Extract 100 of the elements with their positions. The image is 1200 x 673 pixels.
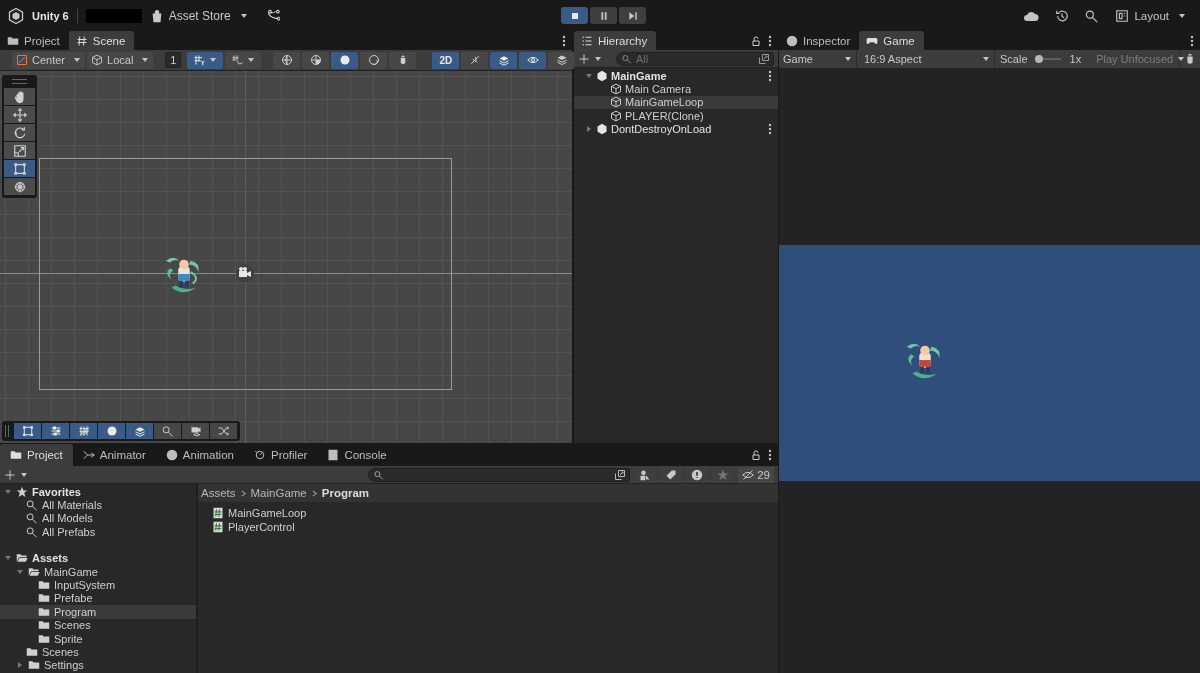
expand-arrow-icon[interactable] [585, 125, 593, 134]
project-tree-item[interactable]: Favorites [0, 485, 196, 499]
scale-tool-button[interactable] [4, 142, 35, 159]
rect-overlay-button[interactable] [14, 423, 41, 439]
shuffle-overlay-button[interactable] [210, 423, 237, 439]
hierarchy-item[interactable]: DontDestroyOnLoad [574, 122, 778, 136]
add-button[interactable] [578, 52, 602, 65]
pause-button[interactable] [590, 7, 617, 24]
hierarchy-item[interactable]: MainGameLoop [574, 95, 778, 110]
project-tree-item[interactable]: Sprite [0, 631, 196, 646]
asset-store-button[interactable]: Asset Store [149, 8, 248, 23]
move-tool-button[interactable] [4, 106, 35, 123]
eye-button[interactable] [519, 51, 547, 69]
project-tree-item[interactable]: All Materials [0, 498, 196, 512]
project-tree-item[interactable]: Program [0, 605, 196, 619]
caret-icon [73, 56, 82, 64]
stop-button[interactable] [561, 7, 588, 24]
open-folder-icon [16, 552, 28, 565]
grid-size-field[interactable]: 1 [165, 52, 182, 68]
rotate-tool-button[interactable] [4, 124, 35, 141]
more-icon[interactable] [768, 449, 772, 461]
more-icon[interactable] [562, 34, 566, 47]
sliders-overlay-button[interactable] [42, 423, 69, 439]
space-dropdown[interactable]: Local [87, 51, 154, 69]
caret-icon [209, 56, 218, 64]
expand-arrow-icon[interactable] [585, 71, 593, 80]
more-icon[interactable] [768, 69, 772, 82]
panel-tab[interactable]: Animator [72, 444, 156, 466]
script-file-item[interactable]: PlayerControl [198, 520, 778, 534]
light-off-button[interactable] [461, 51, 489, 69]
cube-outline-icon [91, 54, 104, 66]
panel-tab[interactable]: Project [0, 444, 73, 466]
more-icon[interactable] [1190, 34, 1194, 47]
history-icon[interactable] [1055, 8, 1070, 23]
layers-overlay-button[interactable] [126, 423, 153, 439]
more-icon[interactable] [768, 123, 772, 136]
stack-button[interactable] [548, 51, 576, 69]
expand-arrow-icon[interactable] [4, 487, 12, 496]
breadcrumb-item[interactable]: Program [321, 487, 370, 499]
add-button[interactable] [4, 468, 28, 481]
drag-handle[interactable] [12, 79, 27, 84]
breadcrumb-item[interactable]: MainGame [250, 487, 307, 499]
bug-button[interactable] [389, 51, 417, 69]
script-file-item[interactable]: MainGameLoop [198, 506, 778, 520]
panel-tab[interactable]: Project [0, 31, 69, 50]
camera-eye-overlay-button[interactable] [182, 423, 209, 439]
project-tree-item[interactable]: MainGame [0, 564, 196, 579]
folder-icon [26, 646, 38, 658]
project-tree-item[interactable]: InputSystem [0, 578, 196, 592]
hierarchy-tab[interactable]: Hierarchy [574, 31, 657, 50]
panel-tab[interactable]: Console [317, 444, 397, 466]
panel-tab[interactable]: Inspector [779, 31, 860, 50]
layout-button[interactable]: Layout [1115, 8, 1186, 23]
panel-tab[interactable]: Profiler [243, 444, 318, 466]
shaded-wireframe-button[interactable] [302, 51, 330, 69]
project-tree-item[interactable]: Assets [0, 551, 196, 565]
shaded-button[interactable] [331, 51, 359, 69]
increment-snap-button[interactable] [225, 51, 262, 69]
eye-slash-icon [742, 468, 755, 481]
plus-icon [4, 468, 16, 481]
grid-hatch-overlay-button[interactable] [70, 423, 97, 439]
layers-button[interactable] [490, 51, 518, 69]
project-tree-item[interactable]: Settings [0, 658, 196, 673]
project-tree-item[interactable]: All Models [0, 511, 196, 526]
branch-icon[interactable] [265, 8, 280, 23]
pivot-dropdown[interactable]: Center [12, 51, 86, 69]
hand-tool-button[interactable] [4, 88, 35, 105]
panel-tab[interactable]: Scene [68, 31, 135, 50]
more-icon[interactable] [768, 34, 772, 47]
project-tree-item[interactable]: Prefabe [0, 591, 196, 606]
hierarchy-item[interactable]: PLAYER(Clone) [574, 109, 778, 123]
unlit-button[interactable] [360, 51, 388, 69]
panel-tab[interactable]: Animation [155, 444, 244, 466]
search-overlay-button[interactable] [154, 423, 181, 439]
search-field[interactable] [368, 467, 631, 482]
drag-handle[interactable] [5, 425, 9, 437]
wireframe-button[interactable] [273, 51, 301, 69]
rect-tool-button[interactable] [4, 160, 35, 177]
expand-arrow-icon[interactable] [16, 567, 24, 576]
step-button[interactable] [619, 7, 646, 24]
transform-tool-button[interactable] [4, 178, 35, 195]
rect-tool-icon [12, 161, 27, 176]
grid-snap-button[interactable] [187, 51, 224, 69]
project-tree-item[interactable]: All Prefabs [0, 525, 196, 539]
mode-2d-button[interactable]: 2D [432, 51, 460, 69]
lock-icon[interactable] [750, 34, 762, 47]
search-icon [161, 425, 174, 437]
expand-arrow-icon[interactable] [16, 661, 24, 670]
hierarchy-item[interactable]: MainGame [574, 69, 778, 83]
panel-tab[interactable]: Game [859, 31, 924, 50]
gauge-icon [253, 449, 266, 461]
lock-icon[interactable] [750, 449, 762, 461]
shaded-overlay-button[interactable] [98, 423, 125, 439]
hidden-packages-button[interactable]: 29 [738, 466, 774, 483]
breadcrumb-item[interactable]: Assets [201, 487, 236, 499]
search-icon[interactable] [1085, 8, 1100, 23]
project-tree-item[interactable]: Scenes [0, 618, 196, 632]
project-tree-item[interactable]: Scenes [0, 645, 196, 659]
hierarchy-item[interactable]: Main Camera [574, 82, 778, 96]
unity-logo-icon[interactable] [8, 7, 24, 24]
